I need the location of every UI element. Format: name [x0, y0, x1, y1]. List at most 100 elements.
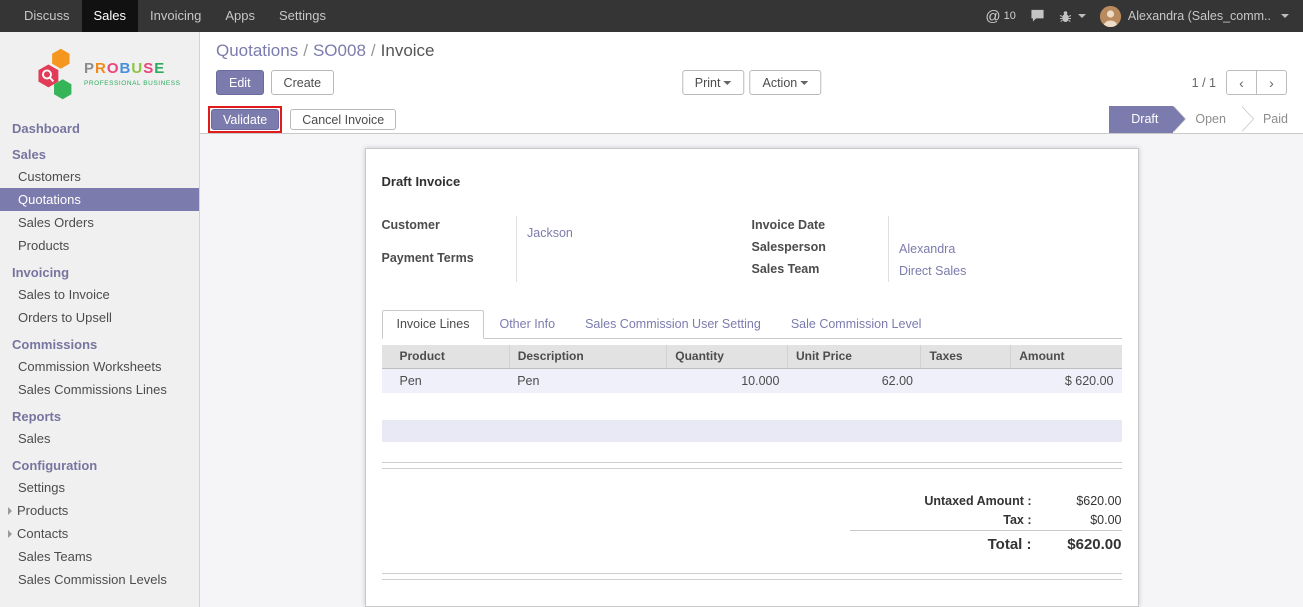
caret-down-icon: [723, 81, 731, 85]
sidebar-item-quotations[interactable]: Quotations: [0, 188, 199, 211]
caret-down-icon: [800, 81, 808, 85]
print-label: Print: [695, 76, 721, 90]
sidebar-item-sales-teams[interactable]: Sales Teams: [0, 545, 199, 568]
cancel-invoice-button[interactable]: Cancel Invoice: [290, 109, 396, 130]
logo-text: PROBUSE PROFESSIONAL BUSINESS: [84, 61, 181, 87]
sales-team-label: Sales Team: [752, 260, 889, 282]
breadcrumb-separator: /: [298, 41, 313, 60]
expand-arrow-icon[interactable]: [8, 530, 12, 538]
topbar-menu-sales[interactable]: Sales: [82, 0, 139, 32]
topbar-menu-invoicing[interactable]: Invoicing: [138, 0, 213, 32]
sidebar: PROBUSE PROFESSIONAL BUSINESS Dashboard …: [0, 32, 200, 607]
pager-next-button[interactable]: ›: [1256, 70, 1287, 95]
sidebar-item-products[interactable]: Products: [0, 234, 199, 257]
sidebar-item-sales-commissions-lines[interactable]: Sales Commissions Lines: [0, 378, 199, 401]
sidebar-heading-configuration: Configuration: [0, 455, 199, 476]
invoice-line-row[interactable]: Pen Pen 10.000 62.00 $ 620.00: [382, 368, 1122, 393]
sidebar-item-sales-orders[interactable]: Sales Orders: [0, 211, 199, 234]
topbar-menu-apps[interactable]: Apps: [213, 0, 267, 32]
field-groups: Customer Jackson Payment Terms Invoice D…: [382, 216, 1122, 282]
column-amount[interactable]: Amount: [1011, 345, 1122, 368]
logo-hexagons-icon: [36, 46, 78, 102]
tax-label: Tax :: [850, 511, 1044, 531]
total-value: $620.00: [1044, 531, 1122, 556]
sidebar-heading-invoicing: Invoicing: [0, 262, 199, 283]
bug-icon: [1059, 10, 1072, 23]
sidebar-item-label: Contacts: [17, 526, 68, 541]
sidebar-item-sales-to-invoice[interactable]: Sales to Invoice: [0, 283, 199, 306]
action-label: Action: [762, 76, 797, 90]
totals-block: Untaxed Amount : $620.00 Tax : $0.00 Tot…: [850, 491, 1122, 556]
sidebar-item-settings[interactable]: Settings: [0, 476, 199, 499]
at-icon: @: [985, 8, 1000, 25]
invoice-sheet: Draft Invoice Customer Jackson Payment T…: [365, 148, 1139, 607]
status-draft[interactable]: Draft: [1109, 106, 1173, 133]
user-name: Alexandra (Sales_comm..: [1128, 9, 1271, 23]
top-navbar: Discuss Sales Invoicing Apps Settings @ …: [0, 0, 1303, 32]
column-quantity[interactable]: Quantity: [667, 345, 788, 368]
messages-button[interactable]: [1030, 9, 1045, 23]
cell-unit-price: 62.00: [787, 368, 921, 393]
validate-button[interactable]: Validate: [211, 109, 279, 130]
activities-count: 10: [1004, 10, 1016, 22]
column-product[interactable]: Product: [382, 345, 510, 368]
pager-previous-button[interactable]: ‹: [1226, 70, 1257, 95]
action-dropdown[interactable]: Action: [749, 70, 821, 95]
tab-invoice-lines[interactable]: Invoice Lines: [382, 310, 485, 339]
customer-label: Customer: [382, 216, 517, 249]
sidebar-heading-sales: Sales: [0, 144, 199, 165]
salesperson-link[interactable]: Alexandra: [899, 242, 955, 256]
breadcrumb-quotations[interactable]: Quotations: [216, 41, 298, 60]
user-menu[interactable]: Alexandra (Sales_comm..: [1100, 6, 1289, 27]
caret-down-icon: [1281, 14, 1289, 18]
print-dropdown[interactable]: Print: [682, 70, 745, 95]
cell-amount: $ 620.00: [1011, 368, 1122, 393]
table-header-row: Product Description Quantity Unit Price …: [382, 345, 1122, 368]
tab-sale-commission-level[interactable]: Sale Commission Level: [776, 310, 937, 339]
cell-description: Pen: [509, 368, 667, 393]
caret-down-icon: [1078, 14, 1086, 18]
payment-terms-label: Payment Terms: [382, 249, 517, 282]
column-unit-price[interactable]: Unit Price: [787, 345, 921, 368]
topbar-menu-settings[interactable]: Settings: [267, 0, 338, 32]
total-label: Total :: [850, 531, 1044, 556]
invoice-lines-table: Product Description Quantity Unit Price …: [382, 345, 1122, 393]
untaxed-amount-value: $620.00: [1044, 491, 1122, 511]
separator-line: [382, 462, 1122, 469]
edit-button[interactable]: Edit: [216, 70, 264, 95]
sidebar-item-sales-report[interactable]: Sales: [0, 427, 199, 450]
logo-word: PROBUSE: [84, 61, 181, 78]
sales-team-link[interactable]: Direct Sales: [899, 264, 966, 278]
salesperson-label: Salesperson: [752, 238, 889, 260]
document-state-label: Draft Invoice: [382, 174, 1122, 189]
control-panel: Quotations/SO008/Invoice Edit Create Pri…: [200, 32, 1303, 106]
sidebar-item-label: Products: [17, 503, 68, 518]
empty-line-strip[interactable]: [382, 420, 1122, 442]
topbar-menu-discuss[interactable]: Discuss: [12, 0, 82, 32]
invoice-date-label: Invoice Date: [752, 216, 889, 238]
activities-button[interactable]: @ 10: [985, 8, 1015, 25]
tax-value: $0.00: [1044, 511, 1122, 531]
debug-menu-button[interactable]: [1059, 10, 1086, 23]
cell-product: Pen: [382, 368, 510, 393]
breadcrumb-so008[interactable]: SO008: [313, 41, 366, 60]
create-button[interactable]: Create: [271, 70, 335, 95]
sidebar-item-commission-worksheets[interactable]: Commission Worksheets: [0, 355, 199, 378]
app-menus: Discuss Sales Invoicing Apps Settings: [12, 0, 338, 32]
tab-other-info[interactable]: Other Info: [484, 310, 570, 339]
sidebar-item-orders-to-upsell[interactable]: Orders to Upsell: [0, 306, 199, 329]
chevron-right-icon: ›: [1269, 75, 1274, 91]
probuse-logo[interactable]: PROBUSE PROFESSIONAL BUSINESS: [0, 32, 199, 118]
sidebar-item-contacts[interactable]: Contacts: [0, 522, 199, 545]
tab-sales-commission-user-setting[interactable]: Sales Commission User Setting: [570, 310, 776, 339]
logo-tagline: PROFESSIONAL BUSINESS: [84, 80, 181, 87]
sidebar-item-sales-commission-levels[interactable]: Sales Commission Levels: [0, 568, 199, 591]
sidebar-menu: Dashboard Sales Customers Quotations Sal…: [0, 118, 199, 591]
sidebar-item-customers[interactable]: Customers: [0, 165, 199, 188]
customer-link[interactable]: Jackson: [527, 226, 573, 240]
breadcrumb-current: Invoice: [381, 41, 435, 60]
column-taxes[interactable]: Taxes: [921, 345, 1011, 368]
sidebar-item-products-config[interactable]: Products: [0, 499, 199, 522]
expand-arrow-icon[interactable]: [8, 507, 12, 515]
column-description[interactable]: Description: [509, 345, 667, 368]
